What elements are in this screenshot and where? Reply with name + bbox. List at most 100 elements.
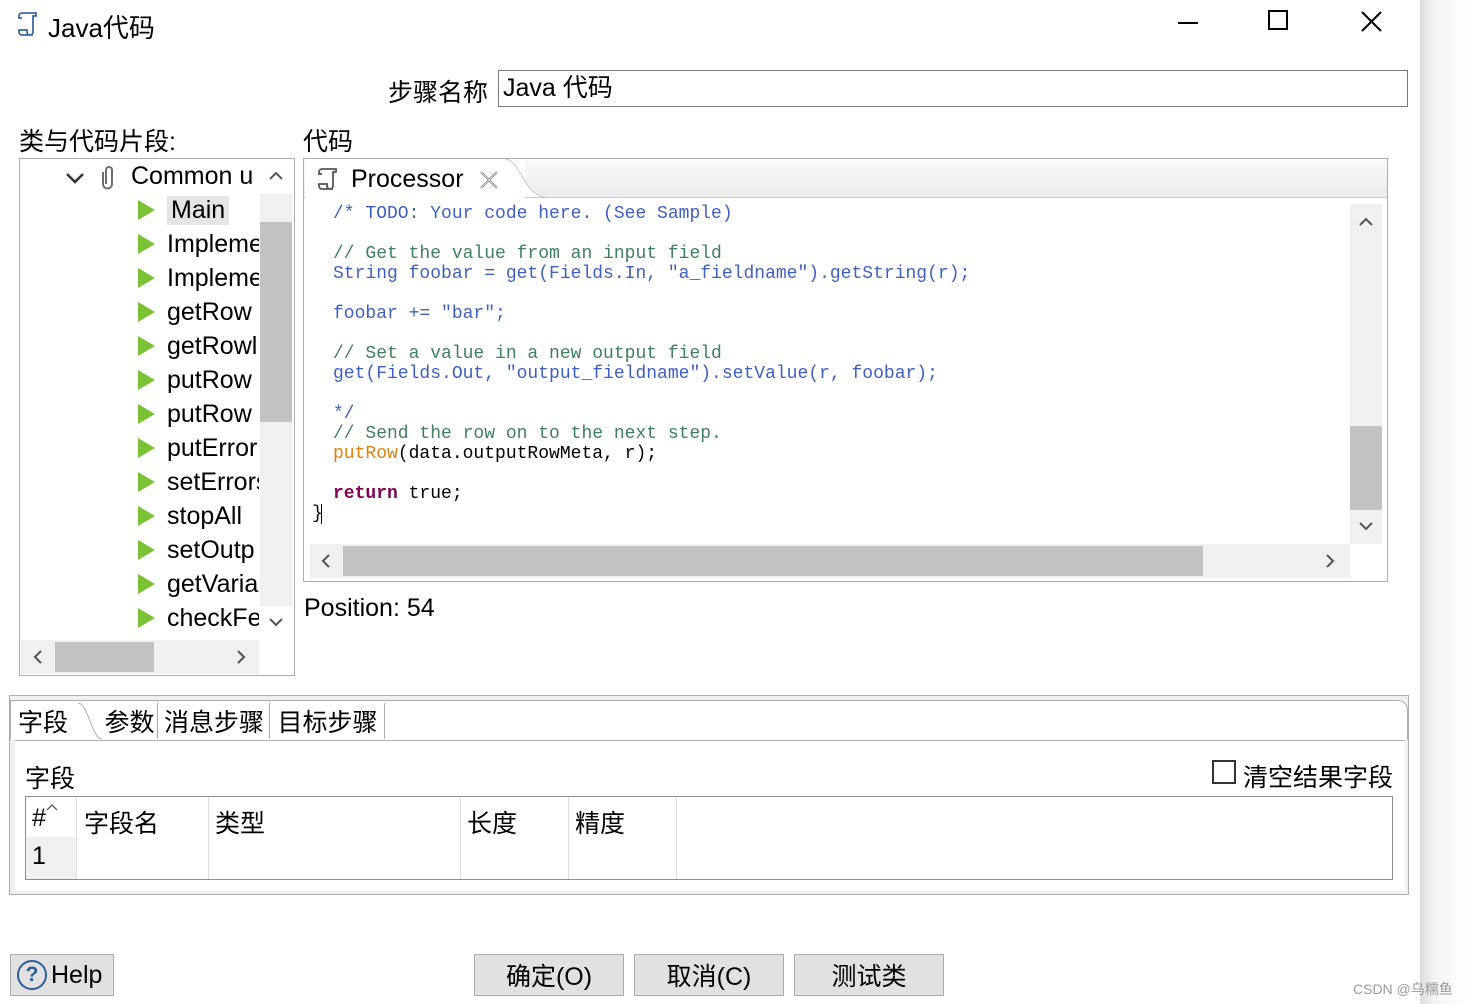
watermark: CSDN @乌糯鱼: [1353, 981, 1453, 997]
play-triangle-icon: [138, 608, 155, 628]
ok-button[interactable]: 确定(O): [474, 954, 624, 996]
tree-scrollbar-thumb[interactable]: [260, 222, 292, 422]
play-triangle-icon: [138, 404, 155, 424]
tab-target-steps[interactable]: 目标步骤: [271, 703, 385, 739]
scroll-down-icon[interactable]: [268, 614, 284, 635]
paperclip-icon: [100, 164, 118, 195]
fields-section-label: 字段: [25, 765, 76, 793]
window-title: Java代码: [48, 13, 155, 43]
code-line: foobar += "bar";: [333, 304, 506, 324]
cancel-button[interactable]: 取消(C): [634, 954, 784, 996]
tree-item-label: Main: [167, 195, 230, 225]
clear-result-fields-label: 清空结果字段: [1243, 764, 1394, 792]
code-label: 代码: [303, 128, 354, 156]
tab-params[interactable]: 参数: [102, 703, 158, 739]
column-divider: [460, 797, 461, 879]
play-triangle-icon: [138, 336, 155, 356]
tree-item[interactable]: Impleme: [138, 262, 263, 294]
cursor-position-text: Position: 54: [304, 594, 435, 622]
close-button[interactable]: [1360, 10, 1384, 41]
scroll-down-icon[interactable]: [1358, 518, 1374, 539]
code-line: */: [333, 404, 355, 424]
code-line: // Set a value in a new output field: [333, 344, 722, 364]
code-token: return: [333, 484, 398, 504]
play-triangle-icon: [138, 234, 155, 254]
column-divider: [208, 797, 209, 879]
scroll-up-icon[interactable]: [1358, 214, 1374, 235]
play-triangle-icon: [138, 574, 155, 594]
play-triangle-icon: [138, 200, 155, 220]
clear-result-fields-checkbox[interactable]: [1212, 760, 1236, 784]
tree-item-label: Impleme: [167, 229, 263, 258]
chevron-down-icon[interactable]: [64, 168, 86, 193]
column-header-precision[interactable]: 精度: [575, 804, 625, 840]
tree-item-label: setErrors: [167, 467, 269, 496]
maximize-button[interactable]: [1267, 9, 1291, 40]
code-line: get(Fields.Out, "output_fieldname").setV…: [333, 364, 938, 384]
play-triangle-icon: [138, 302, 155, 322]
script-icon: [16, 11, 40, 37]
tree-item[interactable]: putRow: [138, 364, 252, 396]
tree-item[interactable]: getRow: [138, 296, 252, 328]
code-line: return true;: [333, 484, 463, 504]
tab-message-steps[interactable]: 消息步骤: [159, 703, 270, 739]
tree-item-label: putRow: [167, 399, 252, 428]
tree-item[interactable]: Impleme: [138, 228, 263, 260]
help-button[interactable]: ? Help: [10, 954, 114, 996]
code-line: // Get the value from an input field: [333, 244, 722, 264]
scroll-left-icon[interactable]: [318, 553, 334, 574]
code-token: putRow: [333, 444, 398, 464]
scroll-up-icon[interactable]: [268, 168, 284, 189]
tree-item[interactable]: checkFe: [138, 602, 261, 634]
scroll-left-icon[interactable]: [30, 649, 46, 670]
tree-item[interactable]: stopAll: [138, 500, 242, 532]
column-header-field-name[interactable]: 字段名: [84, 804, 159, 840]
java-code-dialog: Java代码 步骤名称 Java 代码 类与代码片段: 代码 Common u …: [0, 0, 1420, 1004]
tree-item-label: checkFe: [167, 603, 262, 632]
help-icon: ?: [17, 960, 47, 990]
test-class-button[interactable]: 测试类: [794, 954, 944, 996]
tree-item-label: Impleme: [167, 263, 263, 292]
help-button-label: Help: [51, 960, 103, 989]
tree-item[interactable]: setOutp: [138, 534, 255, 566]
editor-vscroll-thumb[interactable]: [1350, 426, 1382, 510]
tree-item-main[interactable]: Main: [138, 194, 230, 226]
tree-item[interactable]: putRow: [138, 398, 252, 430]
column-header-number[interactable]: #: [32, 804, 46, 833]
step-name-input[interactable]: Java 代码: [498, 70, 1408, 107]
column-header-length[interactable]: 长度: [467, 804, 517, 840]
tree-item-label: setOutp: [167, 535, 255, 564]
play-triangle-icon: [138, 506, 155, 526]
text-cursor: [321, 504, 322, 524]
step-name-label: 步骤名称: [388, 79, 489, 107]
tree-item-label: getRow: [167, 297, 252, 326]
play-triangle-icon: [138, 472, 155, 492]
scroll-right-icon[interactable]: [233, 649, 249, 670]
code-token: true;: [397, 484, 463, 504]
code-line: putRow(data.outputRowMeta, r);: [333, 444, 657, 464]
tree-item-label: stopAll: [167, 501, 243, 530]
minimize-button[interactable]: [1176, 4, 1200, 41]
tree-root-label[interactable]: Common u: [131, 162, 253, 191]
tree-item-label: getRowl: [167, 331, 258, 360]
tree-item[interactable]: setErrors: [138, 466, 268, 498]
editor-hscroll-thumb[interactable]: [343, 546, 1203, 576]
scroll-right-icon[interactable]: [1322, 553, 1338, 574]
tree-item[interactable]: getRowl: [138, 330, 257, 362]
tree-item[interactable]: putError: [138, 432, 257, 464]
column-header-type[interactable]: 类型: [215, 804, 265, 840]
code-line: String foobar = get(Fields.In, "a_fieldn…: [333, 264, 971, 284]
tree-hscroll-thumb[interactable]: [55, 642, 154, 672]
editor-tab-label: Processor: [351, 165, 464, 193]
close-tab-icon[interactable]: [478, 169, 500, 196]
code-line: // Send the row on to the next step.: [333, 424, 722, 444]
column-divider: [76, 797, 77, 879]
classes-snippets-label: 类与代码片段:: [19, 128, 176, 156]
sort-caret-icon: [46, 798, 58, 816]
tree-item[interactable]: getVaria: [138, 568, 258, 600]
table-row-number[interactable]: 1: [32, 842, 46, 871]
script-icon: [314, 166, 340, 197]
code-token: (data.outputRowMeta, r);: [397, 444, 658, 464]
column-divider: [676, 797, 677, 879]
tree-item-label: getVaria: [167, 569, 259, 598]
